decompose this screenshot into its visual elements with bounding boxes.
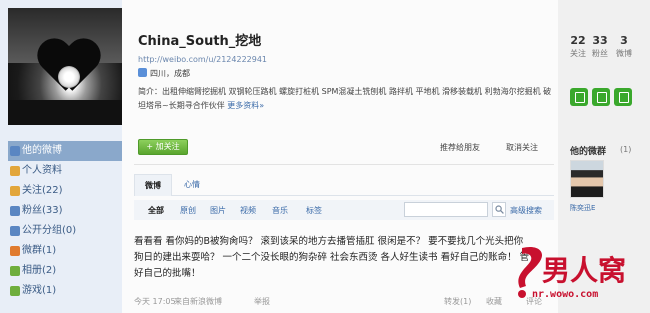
advanced-search-link[interactable]: 高级搜索 — [510, 205, 542, 216]
search-button[interactable] — [492, 202, 506, 217]
nav-item-label: 个人资料 — [22, 165, 62, 176]
profile-location: 四川，成都 — [138, 68, 190, 79]
group-section-title: 他的微群 — [570, 147, 607, 157]
location-text: 四川，成都 — [150, 69, 190, 78]
following-icon — [10, 186, 20, 196]
group-count: (1) — [620, 145, 632, 154]
person-icon — [10, 166, 20, 176]
feed-tabs: 微博 心情 — [134, 174, 554, 196]
main-content: China_South_挖地 http://weibo.com/u/212422… — [122, 0, 558, 313]
profile-bio: 简介：出租伸缩臂挖掘机 双钢轮压路机 螺旋打桩机 SPM混凝土铣刨机 路拌机 平… — [138, 85, 554, 113]
stat-label: 关注 — [570, 49, 586, 58]
weibo-icon — [10, 146, 20, 156]
watermark-logo-text: 男人窝 — [542, 254, 626, 287]
medal-icon[interactable] — [592, 88, 610, 106]
search-icon — [495, 205, 504, 214]
nav-item-weibo[interactable]: 他的微博 — [8, 141, 122, 161]
stat-number: 33 — [592, 34, 608, 47]
stat-fans[interactable]: 33 粉丝 — [592, 34, 608, 59]
nav-item-games[interactable]: 游戏(1) — [8, 281, 122, 301]
left-sidebar: 他的微博 个人资料 关注(22) 粉丝(33) 公开分组(0) 微群(1) 相册… — [0, 0, 122, 313]
nav-item-weiqun[interactable]: 微群(1) — [8, 241, 122, 261]
post-time-link[interactable]: 今天 17:05 — [134, 296, 176, 307]
post-text: 看看看 看你妈的B被狗肏吗？ 滚到该呆的地方去播管插肛 很闲是不？ 要不要找几个… — [134, 236, 530, 279]
post-source: 来自新浪微博 — [174, 297, 222, 306]
stat-number: 3 — [620, 34, 628, 47]
filter-tags[interactable]: 标签 — [306, 205, 322, 216]
stat-label: 微博 — [616, 49, 632, 58]
nav-item-label: 微群(1) — [22, 245, 57, 256]
game-icon — [10, 286, 20, 296]
bio-text: 简介：出租伸缩臂挖掘机 双钢轮压路机 螺旋打桩机 SPM混凝土铣刨机 路拌机 平… — [138, 87, 552, 110]
nav-item-label: 粉丝(33) — [22, 205, 63, 216]
bio-more-link[interactable]: 更多资料» — [227, 101, 264, 110]
filter-image[interactable]: 图片 — [210, 205, 226, 216]
gender-icon — [138, 68, 147, 77]
stat-posts[interactable]: 3 微博 — [616, 34, 632, 59]
nav-item-fans[interactable]: 粉丝(33) — [8, 201, 122, 221]
medal-icon[interactable] — [570, 88, 588, 106]
nav-item-following[interactable]: 关注(22) — [8, 181, 122, 201]
stat-following[interactable]: 22 关注 — [570, 34, 586, 59]
weiqun-icon — [10, 246, 20, 256]
album-icon — [10, 266, 20, 276]
filter-original[interactable]: 原创 — [180, 205, 196, 216]
nav-item-label: 相册(2) — [22, 265, 57, 276]
repost-link[interactable]: 转发(1) — [444, 296, 471, 307]
medals — [570, 88, 636, 109]
profile-username: China_South_挖地 — [138, 34, 262, 49]
group-name-link[interactable]: 陈奕迅E — [570, 203, 595, 213]
feed-filter-bar: 全部 原创 图片 视频 音乐 标签 高级搜索 — [134, 200, 554, 220]
favorite-link[interactable]: 收藏 — [486, 296, 502, 307]
stat-label: 粉丝 — [592, 49, 608, 58]
stat-number: 22 — [570, 34, 586, 47]
avatar-ground — [8, 100, 122, 125]
medal-icon[interactable] — [614, 88, 632, 106]
profile-avatar[interactable] — [8, 8, 122, 125]
profile-url-link[interactable]: http://weibo.com/u/2124222941 — [138, 55, 267, 64]
search-input[interactable] — [404, 202, 488, 217]
nav-item-profile[interactable]: 个人资料 — [8, 161, 122, 181]
nav-item-album[interactable]: 相册(2) — [8, 261, 122, 281]
group-avatar[interactable] — [570, 160, 604, 198]
fans-icon — [10, 206, 20, 216]
nav-item-label: 公开分组(0) — [22, 225, 77, 236]
filter-all[interactable]: 全部 — [148, 205, 164, 216]
nav-item-label: 他的微博 — [22, 145, 62, 156]
group-icon — [10, 226, 20, 236]
tab-mood[interactable]: 心情 — [174, 174, 210, 196]
report-link[interactable]: 举报 — [254, 296, 270, 307]
unfollow-link[interactable]: 取消关注 — [506, 142, 538, 153]
divider — [134, 164, 554, 165]
follow-button[interactable]: + 加关注 — [138, 139, 188, 155]
filter-music[interactable]: 音乐 — [272, 205, 288, 216]
nav-item-label: 游戏(1) — [22, 285, 57, 296]
nav-item-label: 关注(22) — [22, 185, 63, 196]
nav-item-public-groups[interactable]: 公开分组(0) — [8, 221, 122, 241]
recommend-to-friend-link[interactable]: 推荐给朋友 — [440, 142, 480, 153]
avatar-sun — [58, 66, 80, 88]
watermark-url: nr.wowo.com — [532, 289, 599, 300]
tab-weibo[interactable]: 微博 — [134, 174, 172, 196]
filter-video[interactable]: 视频 — [240, 205, 256, 216]
profile-nav: 他的微博 个人资料 关注(22) 粉丝(33) 公开分组(0) 微群(1) 相册… — [8, 141, 122, 301]
